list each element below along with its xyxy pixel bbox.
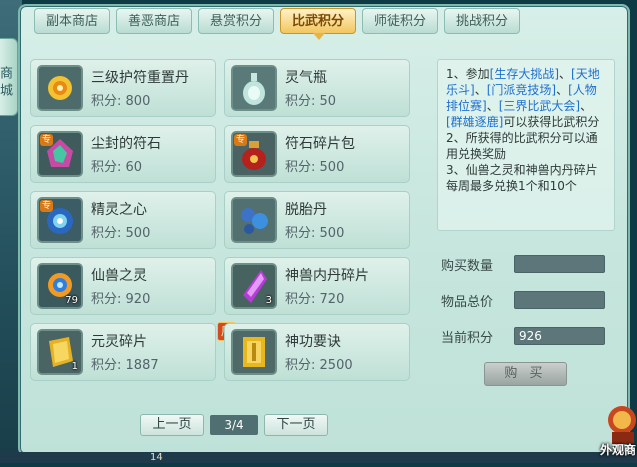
exclusive-badge: 专 bbox=[234, 134, 248, 146]
link-sect-arena[interactable]: [门派竞技场] bbox=[487, 83, 556, 97]
tab-mentor-points[interactable]: 师徒积分 bbox=[362, 8, 438, 34]
item-price: 积分: 50 bbox=[285, 94, 337, 109]
item-name: 符石碎片包 bbox=[285, 136, 355, 152]
quantity-input[interactable] bbox=[514, 255, 605, 273]
rules-info-panel: 1、参加[生存大挑战]、[天地乐斗]、[门派竞技场]、[人物排位赛]、[三界比武… bbox=[437, 59, 615, 231]
quantity-label: 购买数量 bbox=[441, 259, 494, 274]
next-page-button[interactable]: 下一页 bbox=[264, 414, 328, 436]
item-price: 积分: 1887 bbox=[91, 358, 159, 373]
golden-talisman-icon bbox=[37, 65, 83, 111]
item-name: 脱胎丹 bbox=[285, 202, 327, 218]
shop-item[interactable]: 灵气瓶 积分: 50 bbox=[224, 59, 410, 117]
item-name: 精灵之心 bbox=[91, 202, 147, 218]
link-heroes-contest[interactable]: [群雄逐鹿] bbox=[446, 115, 503, 129]
shop-item[interactable]: 三级护符重置丹 积分: 800 bbox=[30, 59, 216, 117]
crystal-shard-icon: 3 bbox=[231, 263, 277, 309]
shop-item[interactable]: 神功要诀 积分: 2500 bbox=[224, 323, 410, 381]
item-count: 79 bbox=[65, 295, 78, 306]
tab-challenge-points[interactable]: 挑战积分 bbox=[444, 8, 520, 34]
item-price: 积分: 920 bbox=[91, 292, 151, 307]
item-count: 3 bbox=[265, 295, 272, 306]
tab-karma-shop[interactable]: 善恶商店 bbox=[116, 8, 192, 34]
info-text: 2、所获得的比武积分可以通用兑换奖励 bbox=[446, 131, 598, 161]
shop-side-tab-label: 商 城 bbox=[0, 65, 12, 97]
elf-heart-icon: 专 bbox=[37, 197, 83, 243]
total-price-label: 物品总价 bbox=[441, 295, 494, 310]
item-name: 神兽内丹碎片 bbox=[285, 268, 369, 284]
item-name: 神功要诀 bbox=[285, 334, 341, 350]
item-grid: 三级护符重置丹 积分: 800 灵气瓶 积分: 50 专 尘封的符石 积分: 6… bbox=[30, 59, 416, 389]
info-separator: 、 bbox=[559, 67, 572, 81]
item-price: 积分: 2500 bbox=[285, 358, 353, 373]
info-separator: 、 bbox=[486, 99, 499, 113]
item-count: 1 bbox=[71, 361, 78, 372]
item-name: 尘封的符石 bbox=[91, 136, 161, 152]
total-price-field bbox=[514, 291, 605, 309]
info-text: 可以获得比武积分 bbox=[503, 115, 600, 129]
buy-button[interactable]: 购 买 bbox=[484, 362, 567, 386]
tab-dungeon-shop[interactable]: 副本商店 bbox=[34, 8, 110, 34]
link-survival-challenge[interactable]: [生存大挑战] bbox=[490, 67, 559, 81]
item-price: 积分: 500 bbox=[285, 226, 345, 241]
shop-side-tab[interactable]: 商 城 bbox=[0, 38, 18, 116]
current-points-label: 当前积分 bbox=[441, 331, 494, 346]
tab-bounty-points[interactable]: 悬赏积分 bbox=[198, 8, 274, 34]
item-price: 积分: 500 bbox=[91, 226, 151, 241]
info-separator: 、 bbox=[556, 83, 569, 97]
shop-item[interactable]: 1 元灵碎片 积分: 1887 bbox=[30, 323, 216, 381]
info-separator: 、 bbox=[474, 83, 487, 97]
link-three-realms-tournament[interactable]: [三界比武大会] bbox=[499, 99, 580, 113]
bottom-number: 14 bbox=[150, 452, 163, 463]
golden-book-icon bbox=[231, 329, 277, 375]
rune-stone-icon: 专 bbox=[37, 131, 83, 177]
shop-item[interactable]: 3 神兽内丹碎片 积分: 720 bbox=[224, 257, 410, 315]
info-text: 3、仙兽之灵和神兽内丹碎片每周最多兑换1个和10个 bbox=[446, 163, 598, 193]
item-name: 元灵碎片 bbox=[91, 334, 147, 350]
page-indicator: 3/4 bbox=[210, 415, 258, 435]
exclusive-badge: 专 bbox=[40, 200, 54, 212]
rune-bag-icon: 专 bbox=[231, 131, 277, 177]
shop-item[interactable]: 79 仙兽之灵 积分: 920 bbox=[30, 257, 216, 315]
shop-item[interactable]: 专 精灵之心 积分: 500 bbox=[30, 191, 216, 249]
spirit-bottle-icon bbox=[231, 65, 277, 111]
item-price: 积分: 500 bbox=[285, 160, 345, 175]
appearance-shop-label: 外观商 bbox=[600, 443, 637, 457]
item-price: 积分: 800 bbox=[91, 94, 151, 109]
prev-page-button[interactable]: 上一页 bbox=[140, 414, 204, 436]
current-points-field: 926 bbox=[514, 327, 605, 345]
transform-pill-icon bbox=[231, 197, 277, 243]
gold-fragment-icon: 1 bbox=[37, 329, 83, 375]
shop-item[interactable]: 专 尘封的符石 积分: 60 bbox=[30, 125, 216, 183]
item-name: 灵气瓶 bbox=[285, 70, 327, 86]
beast-spirit-icon: 79 bbox=[37, 263, 83, 309]
item-price: 积分: 60 bbox=[91, 160, 143, 175]
shop-item[interactable]: 专 符石碎片包 积分: 500 bbox=[224, 125, 410, 183]
bottom-strip bbox=[0, 452, 637, 463]
exclusive-badge: 专 bbox=[40, 134, 54, 146]
tab-arena-points[interactable]: 比武积分 bbox=[280, 8, 356, 40]
info-separator: 、 bbox=[580, 99, 593, 113]
shop-item[interactable]: 脱胎丹 积分: 500 bbox=[224, 191, 410, 249]
item-name: 仙兽之灵 bbox=[91, 268, 147, 284]
item-name: 三级护符重置丹 bbox=[91, 70, 189, 86]
info-text: 1、参加 bbox=[446, 67, 490, 81]
item-price: 积分: 720 bbox=[285, 292, 345, 307]
